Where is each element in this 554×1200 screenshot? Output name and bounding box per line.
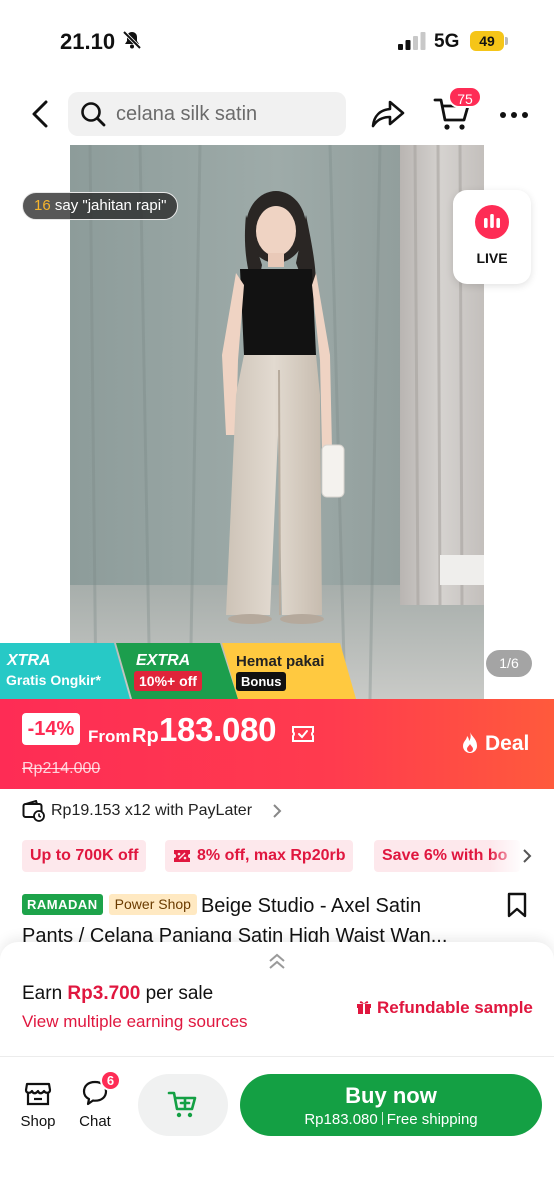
battery-icon: 49 — [470, 31, 508, 51]
status-bar: 21.10 5G 49 — [0, 0, 554, 80]
promo-hemat-bonus: Hemat pakai Bonus — [222, 643, 356, 699]
add-to-cart-icon — [167, 1091, 197, 1118]
current-price: 183.080 — [159, 711, 277, 748]
image-page-indicator: 1/6 — [486, 650, 532, 677]
chevron-right-icon[interactable] — [522, 849, 532, 863]
earn-per-sale: Earn Rp3.700 per sale — [22, 983, 213, 1005]
add-to-cart-button[interactable] — [138, 1074, 228, 1136]
chat-label: Chat — [79, 1113, 111, 1130]
promo-xtra-title: XTRA — [7, 652, 51, 669]
coupon-chip[interactable]: Up to 700K off — [22, 840, 147, 872]
live-label: LIVE — [476, 250, 508, 266]
buy-now-shipping: Free shipping — [386, 1111, 478, 1128]
battery-level: 49 — [470, 31, 504, 51]
product-page: 21.10 5G 49 celana silk satin 75 16 say … — [0, 0, 554, 1200]
bookmark-icon[interactable] — [506, 892, 528, 918]
search-query: celana silk satin — [116, 103, 258, 125]
more-icon[interactable] — [498, 110, 530, 120]
original-price: Rp214.000 — [22, 760, 101, 777]
promo-xtra-free-shipping: XTRA Gratis Ongkir* — [0, 643, 130, 699]
affiliate-sheet: Earn Rp3.700 per sale View multiple earn… — [0, 942, 554, 1056]
live-icon — [475, 205, 509, 239]
ticket-icon — [174, 850, 190, 862]
wallet-icon — [22, 800, 45, 822]
earn-amount: Rp3.700 — [67, 983, 141, 1004]
shop-button[interactable]: Shop — [14, 1079, 62, 1135]
buy-now-button[interactable]: Buy now Rp183.080 Free shipping — [240, 1074, 542, 1136]
discount-badge: -14% — [22, 713, 80, 745]
coupon-chips: Up to 700K off 8% off, max Rp20rb Save 6… — [0, 840, 554, 872]
paylater-text: Rp19.153 x12 with PayLater — [51, 802, 253, 819]
search-input[interactable]: celana silk satin — [68, 92, 346, 136]
search-icon — [81, 102, 106, 127]
price-bar: -14% From Rp 183.080 Rp214.000 Deal — [0, 699, 554, 789]
bottom-action-bar: Shop Chat 6 Buy now Rp183.080 Free shippi… — [0, 1056, 554, 1200]
coupon-icon[interactable] — [291, 724, 315, 744]
coupon-chip-label: 8% off, max Rp20rb — [197, 847, 346, 864]
tag-power-shop: Power Shop — [108, 894, 197, 915]
promo-extra-subtitle: 10%+ off — [134, 671, 202, 691]
shop-icon — [24, 1082, 52, 1106]
earn-suffix: per sale — [140, 983, 214, 1004]
cart-count-badge: 75 — [448, 86, 482, 108]
deal-label: Deal — [485, 732, 530, 755]
promo-xtra-subtitle: Gratis Ongkir* — [6, 672, 101, 688]
refundable-sample-button[interactable]: Refundable sample — [377, 998, 533, 1018]
signal-icon — [398, 32, 426, 50]
promo-banner[interactable]: XTRA Gratis Ongkir* EXTRA 10%+ off Hemat… — [0, 643, 356, 699]
earning-sources-link[interactable]: View multiple earning sources — [22, 1012, 248, 1032]
chevron-right-icon — [273, 804, 282, 818]
review-count: 16 — [34, 197, 51, 214]
promo-hemat-title: Hemat pakai — [236, 653, 325, 670]
chevron-up-icon[interactable] — [267, 952, 287, 972]
top-nav: celana silk satin 75 — [0, 84, 554, 144]
buy-now-subtext: Rp183.080 Free shipping — [240, 1111, 542, 1128]
coupon-chip[interactable]: 8% off, max Rp20rb — [165, 840, 354, 872]
promo-hemat-subtitle: Bonus — [236, 672, 287, 691]
buy-now-label: Buy now — [345, 1083, 437, 1108]
back-icon[interactable] — [26, 98, 54, 130]
bell-off-icon — [122, 30, 142, 50]
tag-ramadan: RAMADAN — [22, 894, 103, 915]
buy-now-price: Rp183.080 — [304, 1111, 378, 1128]
shop-label: Shop — [20, 1113, 56, 1130]
price-currency: Rp — [132, 725, 159, 747]
review-highlight-chip[interactable]: 16 say "jahitan rapi" — [22, 192, 179, 220]
live-button[interactable]: LIVE — [453, 190, 531, 284]
network-type: 5G — [434, 31, 460, 52]
gift-icon — [357, 1001, 371, 1014]
status-time: 21.10 — [60, 29, 116, 54]
promo-extra-discount: EXTRA 10%+ off — [116, 643, 238, 699]
product-title-line1: Beige Studio - Axel Satin — [200, 895, 422, 917]
earn-prefix: Earn — [22, 983, 68, 1004]
share-icon[interactable] — [370, 98, 406, 130]
fire-icon — [463, 732, 477, 753]
chat-unread-badge: 6 — [100, 1070, 121, 1091]
product-image-gallery[interactable]: 16 say "jahitan rapi" LIVE 1/6 — [0, 145, 554, 699]
price-from-label: From — [88, 727, 131, 746]
review-quote: say "jahitan rapi" — [50, 197, 167, 214]
promo-extra-title: EXTRA — [136, 652, 191, 669]
paylater-row[interactable]: Rp19.153 x12 with PayLater — [0, 795, 554, 829]
